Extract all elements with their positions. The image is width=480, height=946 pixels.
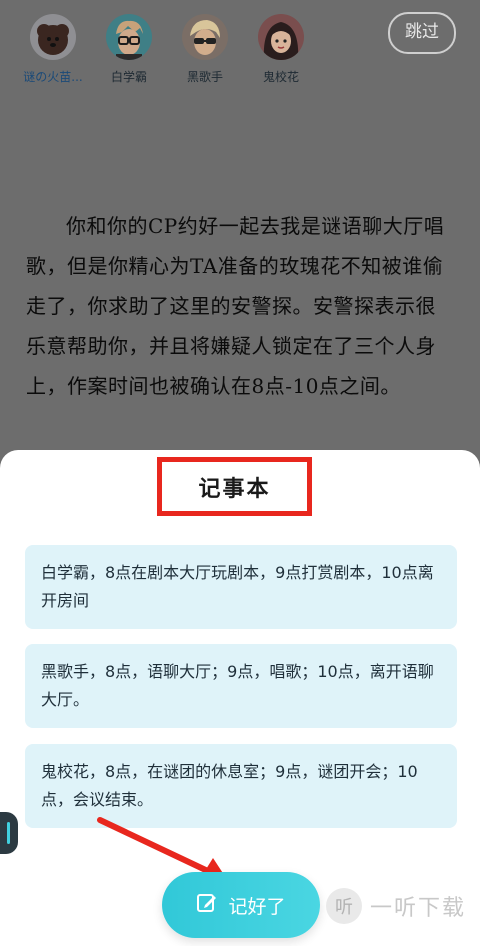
confirm-button[interactable]: 记好了 (162, 872, 320, 938)
side-drawer-handle[interactable] (0, 812, 18, 854)
confirm-label: 记好了 (228, 895, 286, 918)
watermark-text: 一听下载 (370, 896, 467, 921)
watermark: 听 一听下载 (326, 888, 466, 924)
edit-icon (196, 892, 218, 919)
watermark-logo: 听 (326, 888, 362, 924)
red-arrow-annotation (97, 817, 230, 884)
